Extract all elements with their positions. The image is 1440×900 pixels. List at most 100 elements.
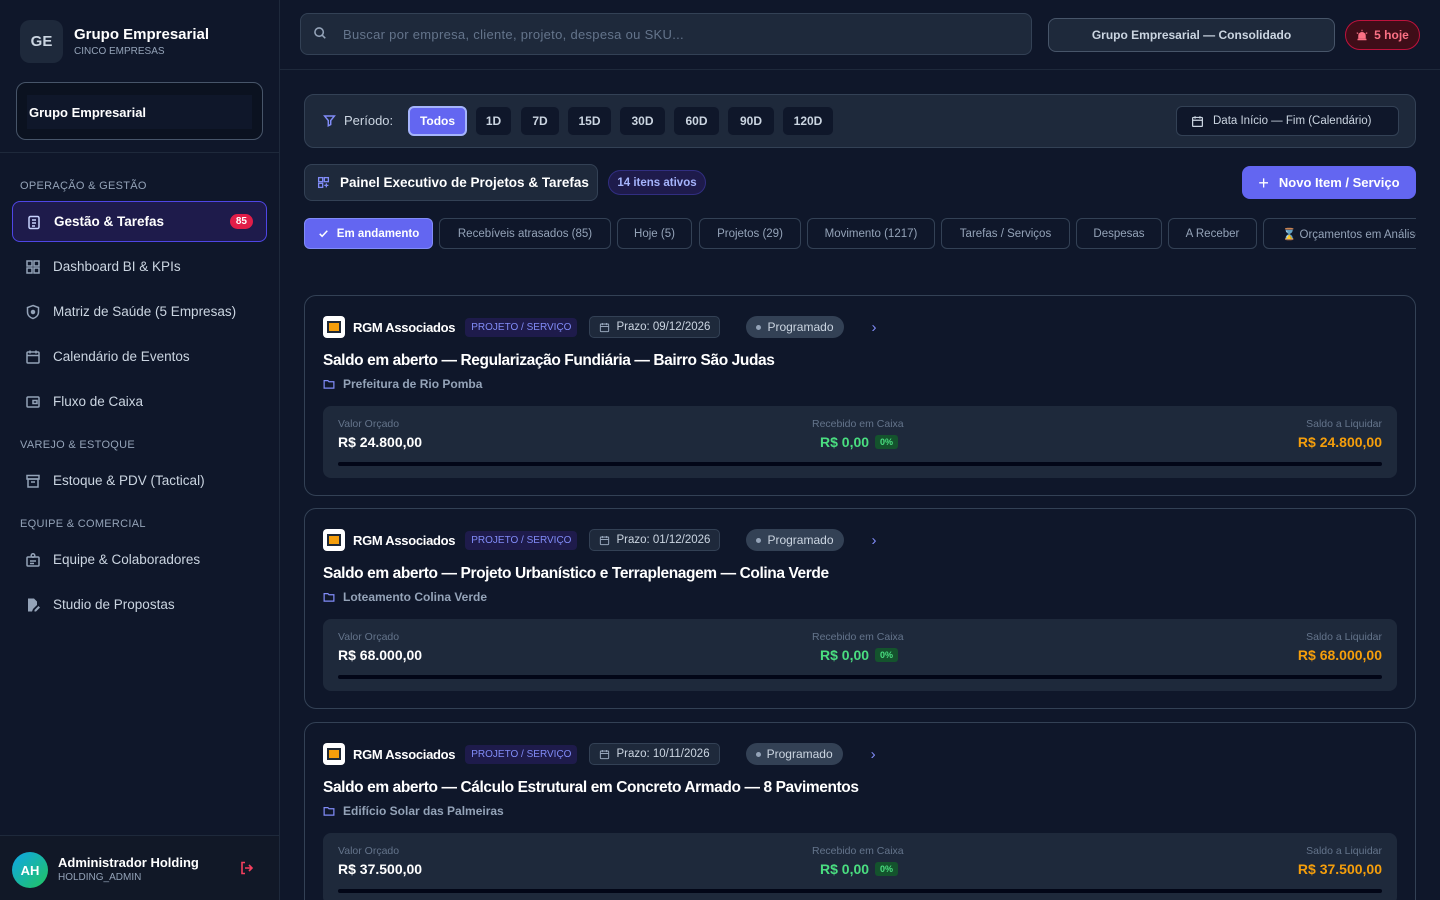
section-label-varejo: VAREJO & ESTOQUE xyxy=(20,439,136,451)
dashboard-icon xyxy=(25,259,41,275)
company-selector-value: Grupo Empresarial xyxy=(27,95,252,129)
sidebar-item-dashboard[interactable]: Dashboard BI & KPIs xyxy=(12,246,267,287)
tab-despesas[interactable]: Despesas xyxy=(1076,218,1162,249)
chevron-right-icon[interactable]: › xyxy=(872,319,877,336)
sidebar-item-label: Gestão & Tarefas xyxy=(54,214,165,229)
tab-projetos[interactable]: Projetos (29) xyxy=(699,218,801,249)
scope-selector[interactable]: Grupo Empresarial — Consolidado xyxy=(1048,18,1335,52)
balance-value: R$ 37.500,00 xyxy=(1297,861,1382,877)
tab-movimento[interactable]: Movimento (1217) xyxy=(807,218,935,249)
date-range-picker[interactable]: Data Início — Fim (Calendário) xyxy=(1176,106,1399,136)
tab-label: Em andamento xyxy=(336,227,420,240)
client-logo xyxy=(323,529,345,551)
card-title[interactable]: Saldo em aberto — Regularização Fundiári… xyxy=(323,352,775,370)
calendar-icon xyxy=(599,322,610,333)
alerts-label: 5 hoje xyxy=(1374,28,1409,42)
period-btn-30d[interactable]: 30D xyxy=(619,106,666,136)
search-bar xyxy=(300,13,1032,55)
client-logo xyxy=(323,743,345,765)
alerts-button[interactable]: 5 hoje xyxy=(1345,20,1420,50)
topbar: Grupo Empresarial — Consolidado 5 hoje xyxy=(280,0,1440,70)
box-icon xyxy=(25,473,41,489)
period-btn-todos[interactable]: Todos xyxy=(408,106,467,136)
folder-icon xyxy=(323,591,335,603)
financial-summary: Valor Orçado R$ 37.500,00 Recebido em Ca… xyxy=(323,833,1397,900)
sidebar-item-matriz-saude[interactable]: Matriz de Saúde (5 Empresas) xyxy=(12,291,267,332)
folder-icon xyxy=(323,805,335,817)
clipboard-icon xyxy=(26,214,42,230)
period-btn-120d[interactable]: 120D xyxy=(782,106,834,136)
received-label: Recebido em Caixa xyxy=(812,418,904,430)
project-card[interactable]: RGM Associados PROJETO / SERVIÇO Prazo: … xyxy=(304,508,1416,709)
financial-summary: Valor Orçado R$ 24.800,00 Recebido em Ca… xyxy=(323,406,1397,478)
status-badge: Programado xyxy=(745,743,843,765)
company-selector[interactable]: Grupo Empresarial xyxy=(16,82,263,140)
sidebar-item-label: Dashboard BI & KPIs xyxy=(53,259,181,274)
chevron-right-icon[interactable]: › xyxy=(871,746,876,763)
received-value: R$ 0,00 0% xyxy=(820,434,899,450)
period-btn-7d[interactable]: 7D xyxy=(520,106,560,136)
period-btn-15d[interactable]: 15D xyxy=(567,106,612,136)
sidebar-item-estoque[interactable]: Estoque & PDV (Tactical) xyxy=(12,460,267,501)
client-name: RGM Associados xyxy=(353,319,456,335)
section-label-operacao: OPERAÇÃO & GESTÃO xyxy=(20,180,147,192)
card-subtitle: Edifício Solar das Palmeiras xyxy=(323,804,504,818)
budget-value: R$ 68.000,00 xyxy=(338,647,423,663)
sidebar: GE Grupo Empresarial CINCO EMPRESAS Grup… xyxy=(0,0,280,900)
tab-tarefas-servicos[interactable]: Tarefas / Serviços xyxy=(941,218,1070,249)
logout-icon[interactable] xyxy=(239,860,255,879)
received-percent: 0% xyxy=(875,435,899,449)
alarm-icon xyxy=(1356,29,1368,41)
brand-title: Grupo Empresarial xyxy=(74,26,210,43)
received-value: R$ 0,00 0% xyxy=(820,861,899,877)
status-tabs: Em andamento Recebíveis atrasados (85) H… xyxy=(304,218,1416,250)
budget-value: R$ 37.500,00 xyxy=(338,861,423,877)
sidebar-item-label: Estoque & PDV (Tactical) xyxy=(53,473,205,488)
tab-orcamentos-analise[interactable]: ⌛ Orçamentos em Análise xyxy=(1263,218,1416,249)
sidebar-item-gestao-tarefas[interactable]: Gestão & Tarefas 85 xyxy=(12,201,267,242)
due-date-text: Prazo: 01/12/2026 xyxy=(616,534,711,546)
project-card[interactable]: RGM Associados PROJETO / SERVIÇO Prazo: … xyxy=(304,295,1416,496)
sidebar-item-equipe[interactable]: Equipe & Colaboradores xyxy=(12,539,267,580)
period-btn-60d[interactable]: 60D xyxy=(673,106,720,136)
search-input[interactable] xyxy=(343,26,1003,42)
budget-label: Valor Orçado xyxy=(338,631,400,643)
sidebar-item-fluxo-caixa[interactable]: Fluxo de Caixa xyxy=(12,381,267,422)
tab-hoje[interactable]: Hoje (5) xyxy=(617,218,692,249)
client-name: RGM Associados xyxy=(353,746,456,762)
calendar-icon xyxy=(599,749,610,760)
type-tag: PROJETO / SERVIÇO xyxy=(465,530,578,550)
period-btn-90d[interactable]: 90D xyxy=(727,106,775,136)
balance-value: R$ 24.800,00 xyxy=(1297,434,1382,450)
wallet-icon xyxy=(25,394,41,410)
project-card[interactable]: RGM Associados PROJETO / SERVIÇO Prazo: … xyxy=(304,722,1416,900)
status-badge: Programado xyxy=(746,529,844,551)
tab-em-andamento[interactable]: Em andamento xyxy=(304,218,433,249)
sidebar-item-studio-propostas[interactable]: Studio de Propostas xyxy=(12,584,267,625)
card-title[interactable]: Saldo em aberto — Cálculo Estrutural em … xyxy=(323,779,859,797)
tab-a-receber[interactable]: A Receber xyxy=(1168,218,1257,249)
card-title[interactable]: Saldo em aberto — Projeto Urbanístico e … xyxy=(323,565,829,583)
check-icon xyxy=(318,228,329,239)
financial-summary: Valor Orçado R$ 68.000,00 Recebido em Ca… xyxy=(323,619,1397,691)
section-label-equipe: EQUIPE & COMERCIAL xyxy=(20,518,146,530)
period-filter-label: Período: xyxy=(323,113,393,128)
period-btn-1d[interactable]: 1D xyxy=(475,106,512,136)
pending-count-badge: 85 xyxy=(229,214,253,229)
type-tag: PROJETO / SERVIÇO xyxy=(465,744,578,764)
team-icon xyxy=(25,552,41,568)
received-label: Recebido em Caixa xyxy=(812,845,904,857)
sidebar-item-calendario[interactable]: Calendário de Eventos xyxy=(12,336,267,377)
payment-progress-bar xyxy=(338,889,1382,893)
filter-icon xyxy=(323,114,336,127)
sidebar-item-label: Matriz de Saúde (5 Empresas) xyxy=(53,304,237,319)
status-text: Programado xyxy=(767,320,834,334)
sidebar-divider xyxy=(0,152,279,153)
new-item-button[interactable]: + Novo Item / Serviço xyxy=(1242,166,1416,199)
chevron-right-icon[interactable]: › xyxy=(872,532,877,549)
due-date-tag: Prazo: 09/12/2026 xyxy=(589,316,721,338)
tab-recebiveis-atrasados[interactable]: Recebíveis atrasados (85) xyxy=(439,218,611,249)
brand: GE Grupo Empresarial CINCO EMPRESAS xyxy=(20,20,209,63)
user-role: HOLDING_ADMIN xyxy=(58,872,142,883)
file-edit-icon xyxy=(25,597,41,613)
